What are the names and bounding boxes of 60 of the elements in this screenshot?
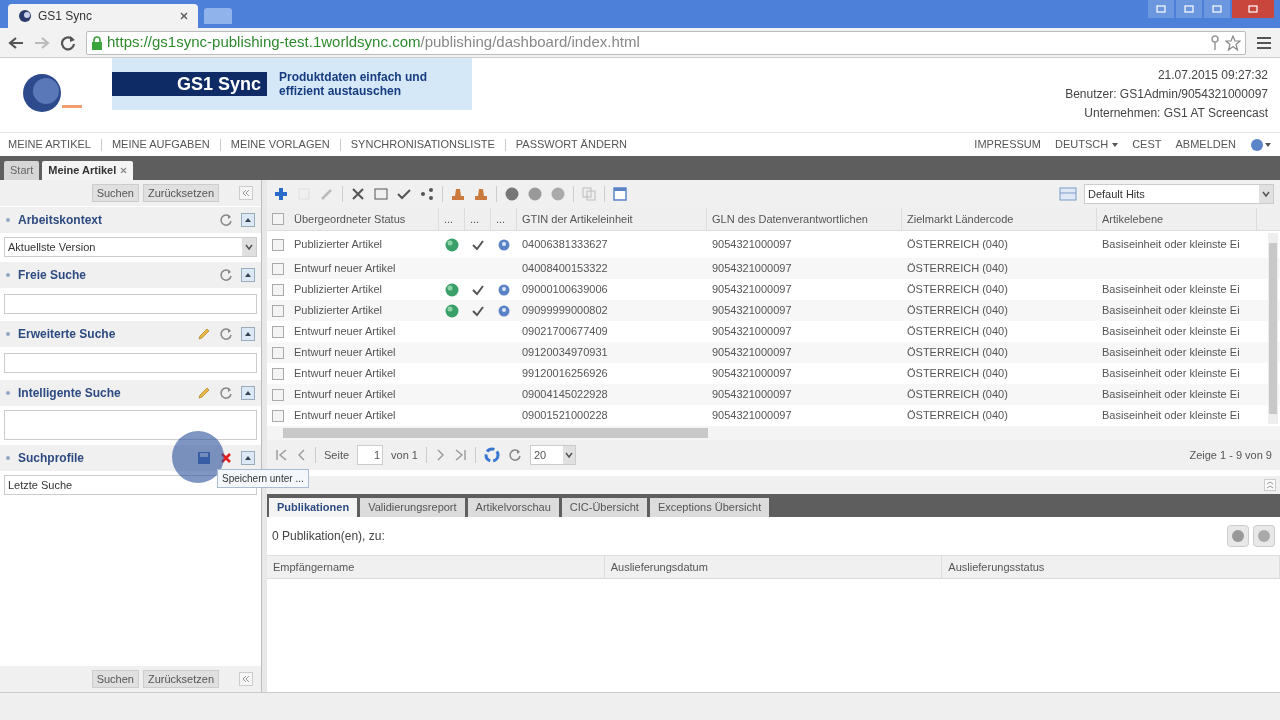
table-cell-text: 09004145022928 <box>521 387 609 403</box>
page-count: von 1 <box>391 447 418 463</box>
table-cell-text: 9054321000097 <box>711 237 793 253</box>
table-cell-text: ÖSTERREICH (040) <box>906 282 1009 298</box>
table-cell-text: Publizierter Artikel <box>293 303 384 319</box>
section-title: Freie Suche <box>18 267 88 284</box>
table-cell-text: Publizierter Artikel <box>293 237 384 253</box>
table-cell-text: ÖSTERREICH (040) <box>906 366 1009 382</box>
table-cell-text: 9054321000097 <box>711 303 793 319</box>
table-cell-text: ÖSTERREICH (040) <box>906 261 1009 277</box>
table-cell-text: Entwurf neuer Artikel <box>293 408 397 424</box>
table-cell-text: 9054321000097 <box>711 324 793 340</box>
table-cell-text: ÖSTERREICH (040) <box>906 408 1009 424</box>
table-cell-text: 9054321000097 <box>711 408 793 424</box>
publication-count: 0 Publikation(en), zu: <box>272 528 386 545</box>
table-cell-text: ÖSTERREICH (040) <box>906 324 1009 340</box>
table-cell-text: 09120034970931 <box>521 345 609 361</box>
table-cell-text: 04006381333627 <box>521 237 609 253</box>
table-cell-text: 09000100639006 <box>521 282 609 298</box>
url-text: https://gs1sync-publishing-test.1worldsync.com/publishing/dashboard/index.html <box>107 32 640 53</box>
section-title: Arbeitskontext <box>18 212 104 229</box>
page-label: Seite <box>324 447 350 463</box>
table-cell-text: Basiseinheit oder kleinste Ei <box>1101 408 1241 424</box>
banner-title: GS1 Sync <box>112 72 267 96</box>
table-cell-text: 9054321000097 <box>711 282 793 298</box>
timestamp: 21.07.2015 09:27:32 <box>1157 66 1268 84</box>
table-cell-text: Entwurf neuer Artikel <box>293 261 397 277</box>
table-cell-text: Basiseinheit oder kleinste Ei <box>1101 366 1241 382</box>
user-info: Benutzer: GS1Admin/9054321000097 <box>1065 85 1268 103</box>
table-cell-text: Entwurf neuer Artikel <box>293 345 397 361</box>
table-cell-text: Basiseinheit oder kleinste Ei <box>1101 387 1241 403</box>
table-cell-text: 9054321000097 <box>711 345 793 361</box>
banner-slogan: Produktdaten einfach und effizient austauschen <box>278 70 427 98</box>
table-cell-text: ÖSTERREICH (040) <box>906 387 1009 403</box>
table-cell-text: 9054321000097 <box>711 366 793 382</box>
table-cell-text: Entwurf neuer Artikel <box>293 324 397 340</box>
table-cell-text: Basiseinheit oder kleinste Ei <box>1101 282 1241 298</box>
section-title: Intelligente Suche <box>18 385 122 402</box>
table-cell-text: Basiseinheit oder kleinste Ei <box>1101 345 1241 361</box>
table-cell-text: 09021700677409 <box>521 324 609 340</box>
table-cell-text: Basiseinheit oder kleinste Ei <box>1101 237 1241 253</box>
table-cell-text: Entwurf neuer Artikel <box>293 366 397 382</box>
section-title: Erweiterte Suche <box>18 326 117 343</box>
section-title: Suchprofile <box>18 450 85 467</box>
results-summary: Zeige 1 - 9 von 9 <box>1189 447 1272 463</box>
table-cell-text: 9054321000097 <box>711 387 793 403</box>
table-cell-text: 99120016256926 <box>521 366 609 382</box>
table-cell-text: Publizierter Artikel <box>293 282 384 298</box>
table-cell-text: ÖSTERREICH (040) <box>906 237 1009 253</box>
tooltip: Speichern unter ... <box>217 469 309 488</box>
table-cell-text: ÖSTERREICH (040) <box>906 303 1009 319</box>
table-cell-text: Basiseinheit oder kleinste Ei <box>1101 303 1241 319</box>
company-info: Unternehmen: GS1 AT Screencast <box>1084 104 1268 122</box>
table-cell-text: 09099999000802 <box>521 303 609 319</box>
table-cell-text: ÖSTERREICH (040) <box>906 345 1009 361</box>
table-cell-text: Basiseinheit oder kleinste Ei <box>1101 324 1241 340</box>
table-cell-text: 9054321000097 <box>711 261 793 277</box>
table-cell-text: 09001521000228 <box>521 408 609 424</box>
table-cell-text: Entwurf neuer Artikel <box>293 387 397 403</box>
table-cell-text: 04008400153322 <box>521 261 609 277</box>
